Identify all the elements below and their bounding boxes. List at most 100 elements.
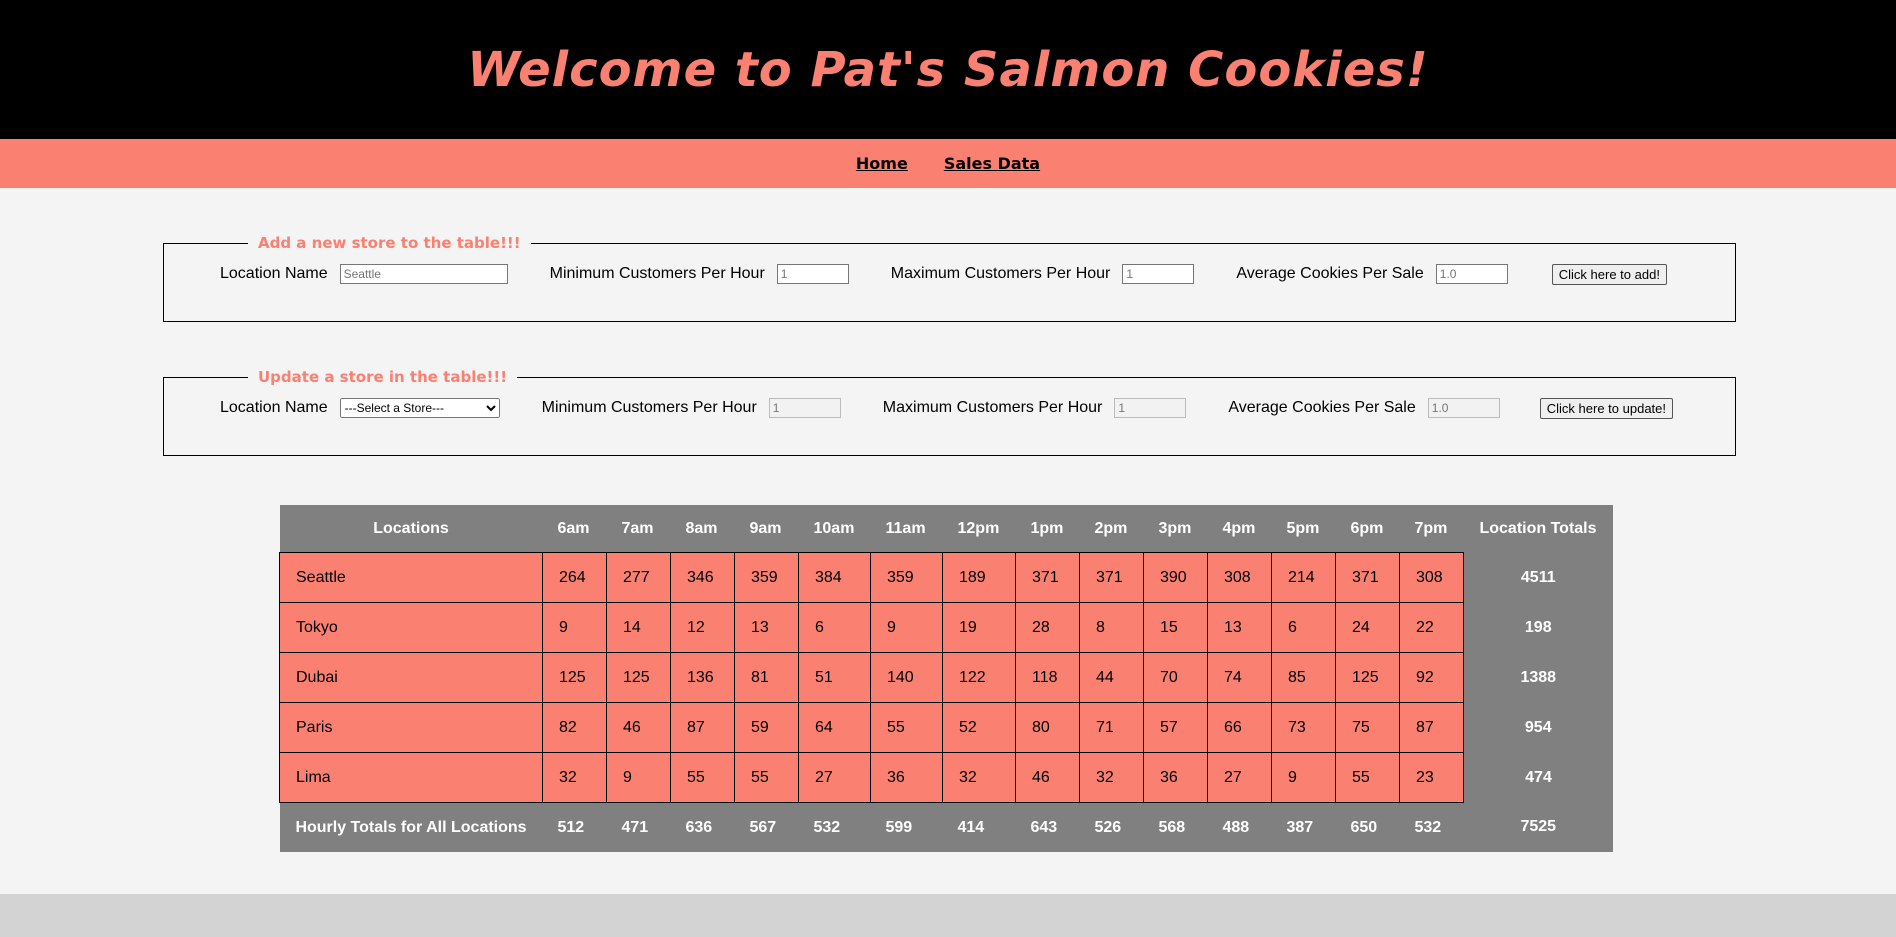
hourly-total-cell: 643 (1015, 802, 1080, 852)
hourly-sales-cell: 308 (1207, 552, 1272, 603)
hourly-sales-cell: 74 (1207, 652, 1272, 703)
hourly-sales-cell: 9 (606, 752, 671, 803)
hourly-sales-cell: 23 (1399, 752, 1464, 803)
hourly-total-cell: 599 (870, 802, 943, 852)
grand-total-cell: 7525 (1463, 802, 1613, 852)
hourly-sales-cell: 55 (870, 702, 943, 753)
table-header-row: Locations 6am 7am 8am 9am 10am 11am 12pm… (279, 505, 1613, 553)
hourly-sales-cell: 52 (942, 702, 1016, 753)
column-header: 7pm (1399, 505, 1464, 553)
hourly-total-cell: 532 (798, 802, 871, 852)
location-total-cell: 474 (1463, 752, 1613, 803)
store-select[interactable]: ---Select a Store--- (339, 398, 500, 418)
sales-table-container: Locations 6am 7am 8am 9am 10am 11am 12pm… (279, 505, 1614, 852)
column-header: 8am (670, 505, 735, 553)
hourly-sales-cell: 51 (798, 652, 871, 703)
hourly-total-cell: 567 (734, 802, 799, 852)
hourly-sales-cell: 125 (542, 652, 607, 703)
hourly-sales-cell: 24 (1335, 602, 1400, 653)
max-customers-input[interactable] (1122, 264, 1195, 284)
hourly-sales-cell: 122 (942, 652, 1016, 703)
page-title: Welcome to Pat's Salmon Cookies! (467, 41, 1429, 98)
hourly-total-cell: 471 (606, 802, 671, 852)
hourly-sales-cell: 32 (542, 752, 607, 803)
hourly-sales-cell: 73 (1271, 702, 1336, 753)
hourly-sales-cell: 55 (1335, 752, 1400, 803)
hourly-sales-cell: 75 (1335, 702, 1400, 753)
column-header: 10am (798, 505, 871, 553)
add-store-button[interactable]: Click here to add! (1551, 263, 1667, 285)
hourly-total-cell: 414 (942, 802, 1016, 852)
update-store-legend: Update a store in the table!!! (258, 368, 508, 386)
min-customers-label: Minimum Customers Per Hour (541, 399, 757, 416)
location-name-cell: Dubai (279, 652, 543, 703)
location-name-cell: Tokyo (279, 602, 543, 653)
hourly-sales-cell: 71 (1079, 702, 1144, 753)
hourly-sales-cell: 14 (606, 602, 671, 653)
location-total-cell: 4511 (1463, 552, 1613, 603)
hourly-sales-cell: 6 (1271, 602, 1336, 653)
min-customers-input[interactable] (768, 398, 841, 418)
max-customers-label: Maximum Customers Per Hour (882, 399, 1103, 416)
column-header: Locations (279, 505, 543, 553)
main-nav: Home Sales Data (0, 139, 1896, 188)
hourly-total-cell: 636 (670, 802, 735, 852)
column-header: 11am (870, 505, 943, 553)
max-customers-input[interactable] (1114, 398, 1187, 418)
update-store-form: Update a store in the table!!! Location … (163, 368, 1736, 456)
hourly-sales-cell: 70 (1143, 652, 1208, 703)
location-total-cell: 198 (1463, 602, 1613, 653)
sales-table: Locations 6am 7am 8am 9am 10am 11am 12pm… (279, 505, 1614, 852)
location-name-label: Location Name (220, 265, 328, 282)
table-row: Seattle 264 277 346 359 384 359 189 371 371 390 308… (279, 552, 1613, 603)
hourly-sales-cell: 390 (1143, 552, 1208, 603)
column-header: 12pm (942, 505, 1016, 553)
hourly-sales-cell: 359 (870, 552, 943, 603)
hourly-sales-cell: 80 (1015, 702, 1080, 753)
hourly-sales-cell: 57 (1143, 702, 1208, 753)
update-store-button[interactable]: Click here to update! (1539, 397, 1673, 419)
hourly-sales-cell: 32 (1079, 752, 1144, 803)
nav-link-sales-data[interactable]: Sales Data (944, 154, 1040, 173)
location-name-input[interactable] (339, 264, 508, 284)
hourly-sales-cell: 87 (670, 702, 735, 753)
hourly-sales-cell: 32 (942, 752, 1016, 803)
hourly-sales-cell: 46 (1015, 752, 1080, 803)
column-header: 1pm (1015, 505, 1080, 553)
hourly-sales-cell: 28 (1015, 602, 1080, 653)
location-total-cell: 954 (1463, 702, 1613, 753)
hourly-sales-cell: 118 (1015, 652, 1080, 703)
hourly-total-cell: 568 (1143, 802, 1208, 852)
column-header: Location Totals (1463, 505, 1613, 553)
table-body: Seattle 264 277 346 359 384 359 189 371 371 390 308… (279, 552, 1613, 803)
hourly-sales-cell: 44 (1079, 652, 1144, 703)
hourly-total-cell: 532 (1399, 802, 1464, 852)
column-header: 3pm (1143, 505, 1208, 553)
hourly-sales-cell: 36 (1143, 752, 1208, 803)
page-footer (0, 894, 1896, 937)
hourly-total-cell: 526 (1079, 802, 1144, 852)
column-header: 5pm (1271, 505, 1336, 553)
hourly-sales-cell: 140 (870, 652, 943, 703)
hourly-sales-cell: 19 (942, 602, 1016, 653)
avg-cookies-label: Average Cookies Per Sale (1228, 399, 1416, 416)
avg-cookies-input[interactable] (1435, 264, 1508, 284)
nav-link-home[interactable]: Home (856, 154, 908, 173)
hourly-sales-cell: 66 (1207, 702, 1272, 753)
hourly-sales-cell: 82 (542, 702, 607, 753)
hourly-sales-cell: 371 (1015, 552, 1080, 603)
hourly-total-cell: 512 (542, 802, 607, 852)
hourly-sales-cell: 36 (870, 752, 943, 803)
hourly-sales-cell: 189 (942, 552, 1016, 603)
hourly-sales-cell: 55 (670, 752, 735, 803)
hourly-sales-cell: 346 (670, 552, 735, 603)
hourly-sales-cell: 371 (1335, 552, 1400, 603)
column-header: 6pm (1335, 505, 1400, 553)
hourly-sales-cell: 55 (734, 752, 799, 803)
add-store-form: Add a new store to the table!!! Location… (163, 234, 1736, 322)
hourly-sales-cell: 6 (798, 602, 871, 653)
min-customers-input[interactable] (776, 264, 849, 284)
avg-cookies-input[interactable] (1427, 398, 1500, 418)
column-header: 7am (606, 505, 671, 553)
totals-row: Hourly Totals for All Locations 512 471 636… (279, 802, 1613, 852)
